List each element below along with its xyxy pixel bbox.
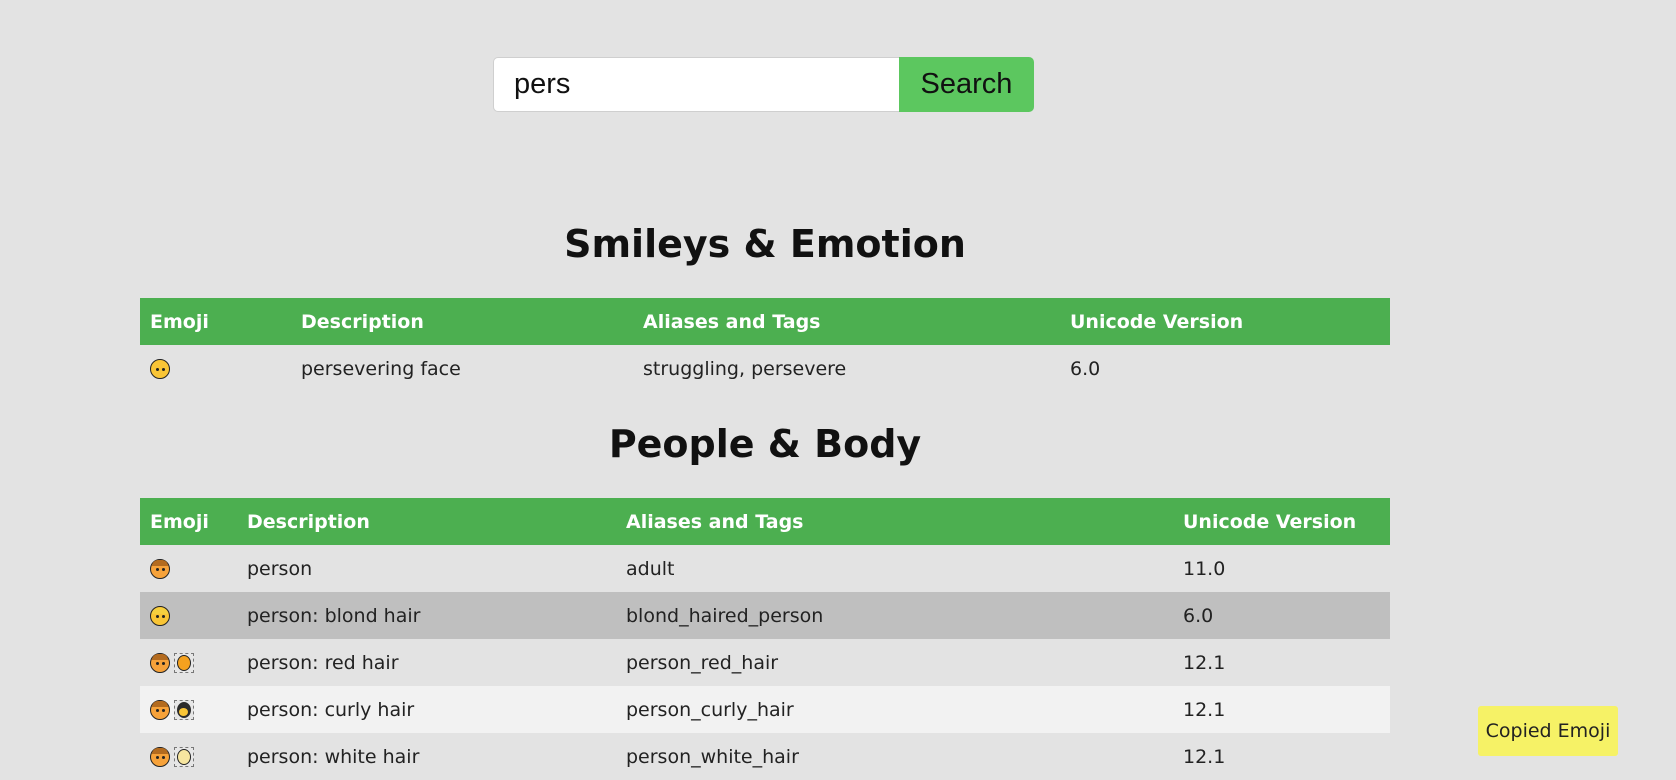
column-header-description: Description xyxy=(237,498,616,545)
description-cell: persevering face xyxy=(301,357,461,380)
search-input[interactable] xyxy=(493,57,899,112)
table-row[interactable]: person: white hair person_white_hair 12.… xyxy=(140,733,1390,780)
emoji-cell[interactable] xyxy=(140,733,237,780)
person-emoji-icon[interactable] xyxy=(150,559,170,579)
version-cell: 11.0 xyxy=(1183,557,1226,580)
table-header-row: Emoji Description Aliases and Tags Unico… xyxy=(140,298,1390,345)
version-cell: 6.0 xyxy=(1173,592,1390,639)
column-header-unicode-version: Unicode Version xyxy=(1173,498,1390,545)
person-emoji-icon[interactable] xyxy=(150,700,170,720)
version-cell: 6.0 xyxy=(1070,357,1101,380)
column-header-unicode-version: Unicode Version xyxy=(1060,298,1390,345)
white-hair-component-icon[interactable] xyxy=(174,747,194,767)
emoji-cell[interactable] xyxy=(140,639,237,686)
blond-person-emoji-icon[interactable] xyxy=(150,606,170,626)
table-row[interactable]: person: red hair person_red_hair 12.1 xyxy=(140,639,1390,686)
description-cell: person: red hair xyxy=(247,651,399,674)
emoji-cell[interactable] xyxy=(140,592,237,639)
emoji-table-people-body: Emoji Description Aliases and Tags Unico… xyxy=(140,498,1390,780)
description-cell: person: white hair xyxy=(247,745,420,768)
table-row[interactable]: person: curly hair person_curly_hair 12.… xyxy=(140,686,1390,733)
curly-hair-component-icon[interactable] xyxy=(174,700,194,720)
person-emoji-icon[interactable] xyxy=(150,747,170,767)
table-row[interactable]: persevering face struggling, persevere 6… xyxy=(140,345,1390,392)
emoji-cell[interactable] xyxy=(140,686,237,733)
toast-text: Copied Emoji xyxy=(1485,720,1611,742)
version-cell: 12.1 xyxy=(1173,686,1390,733)
aliases-cell: adult xyxy=(626,557,675,580)
section-title-people-body: People & Body xyxy=(608,422,922,466)
aliases-cell: person_white_hair xyxy=(626,745,799,768)
section-title-smileys: Smileys & Emotion xyxy=(564,222,966,266)
table-header-row: Emoji Description Aliases and Tags Unico… xyxy=(140,498,1390,545)
person-emoji-icon[interactable] xyxy=(150,653,170,673)
column-header-description: Description xyxy=(291,298,633,345)
aliases-cell: struggling, persevere xyxy=(643,357,847,380)
version-cell: 12.1 xyxy=(1183,745,1226,768)
description-cell: person: curly hair xyxy=(237,686,616,733)
emoji-cell[interactable] xyxy=(140,345,291,392)
column-header-emoji: Emoji xyxy=(140,498,237,545)
red-hair-component-icon[interactable] xyxy=(174,653,194,673)
aliases-cell: blond_haired_person xyxy=(616,592,1173,639)
column-header-aliases: Aliases and Tags xyxy=(616,498,1173,545)
emoji-cell[interactable] xyxy=(140,545,237,592)
persevering-face-emoji-icon[interactable] xyxy=(150,359,170,379)
emoji-table-smileys: Emoji Description Aliases and Tags Unico… xyxy=(140,298,1390,392)
search-form: Search xyxy=(493,57,1034,114)
search-button[interactable]: Search xyxy=(899,57,1034,112)
description-cell: person xyxy=(247,557,313,580)
column-header-emoji: Emoji xyxy=(140,298,291,345)
aliases-cell: person_curly_hair xyxy=(616,686,1173,733)
version-cell: 12.1 xyxy=(1183,651,1226,674)
description-cell: person: blond hair xyxy=(237,592,616,639)
table-row[interactable]: person: blond hair blond_haired_person 6… xyxy=(140,592,1390,639)
copied-emoji-toast: Copied Emoji xyxy=(1478,706,1618,756)
aliases-cell: person_red_hair xyxy=(626,651,779,674)
column-header-aliases: Aliases and Tags xyxy=(633,298,1060,345)
table-row[interactable]: person adult 11.0 xyxy=(140,545,1390,592)
